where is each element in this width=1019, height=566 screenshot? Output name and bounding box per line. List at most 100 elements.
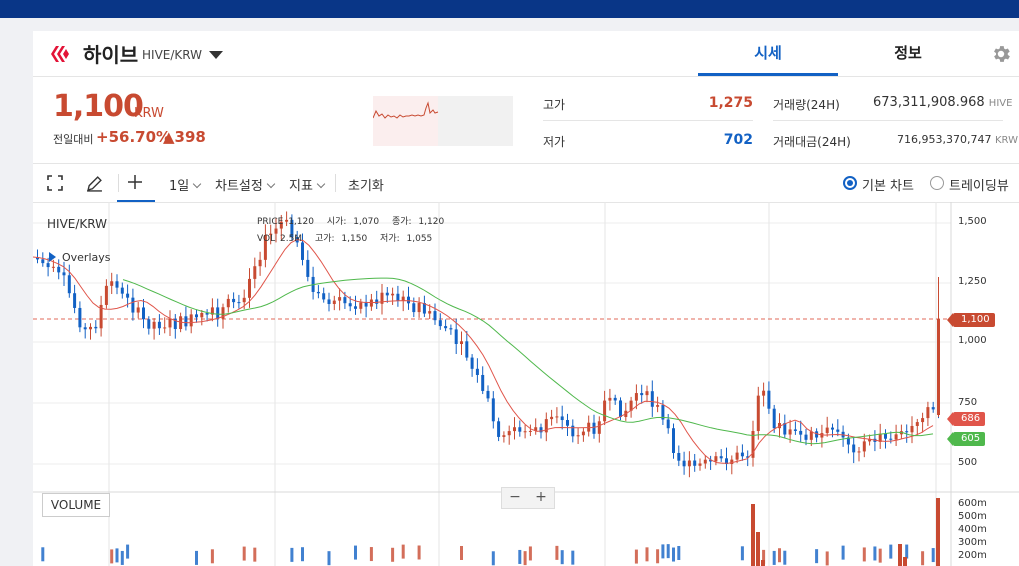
candle-body — [385, 292, 389, 296]
chart-settings-menu[interactable]: 차트설정 — [215, 175, 276, 194]
candle-body — [915, 422, 919, 426]
candle-body — [905, 431, 909, 433]
candle-body — [428, 311, 432, 314]
current-price-tag: 1,100 — [947, 313, 995, 327]
candle-body — [375, 299, 379, 304]
crosshair-tool[interactable] — [117, 164, 155, 202]
volume-bar — [560, 550, 564, 565]
crosshair-icon — [128, 175, 142, 189]
candle-body — [449, 328, 453, 330]
basic-chart-label[interactable]: 기본 차트 — [862, 175, 914, 194]
pencil-icon[interactable] — [86, 175, 103, 192]
candle-body — [735, 452, 739, 460]
overlays-toggle-icon[interactable] — [49, 252, 56, 262]
volume-bar — [354, 545, 357, 560]
candle-body — [354, 306, 357, 309]
candle-body — [460, 341, 463, 345]
volume-bar — [889, 544, 893, 559]
zoom-in-button[interactable]: + — [528, 488, 554, 508]
candle-body — [560, 416, 564, 421]
tab-price[interactable]: 시세 — [698, 31, 838, 76]
volume-bar — [841, 545, 845, 560]
candle-body — [528, 430, 532, 432]
tradingview-label[interactable]: 트레이딩뷰 — [949, 175, 1009, 194]
candle-body — [200, 312, 204, 318]
candle-body — [645, 391, 649, 396]
candle-body — [486, 390, 490, 399]
zoom-out-button[interactable]: − — [502, 488, 528, 508]
high-value: 1,275 — [708, 95, 753, 111]
volume-bar — [491, 551, 495, 566]
volume-bar — [115, 548, 119, 563]
candle-body — [640, 393, 644, 396]
stat-divider — [773, 120, 1003, 121]
ma-short-tag: 686 — [946, 412, 986, 426]
volume-bar — [391, 547, 395, 562]
price-axis-tick: 1,500 — [958, 216, 987, 227]
volume-bar — [290, 547, 294, 562]
candle-body — [237, 302, 241, 304]
candle-body — [338, 297, 342, 301]
volume-bar — [778, 548, 781, 563]
candle-body — [136, 307, 140, 313]
volume-bar — [301, 547, 304, 562]
volume-panel-button[interactable]: VOLUME — [42, 493, 110, 517]
chevron-down-icon[interactable] — [209, 51, 223, 59]
stat-divider — [543, 120, 753, 121]
chart-toolbar: 1일 차트설정 지표 초기화 기본 차트 트레이딩뷰 — [33, 163, 1019, 203]
volume-bar — [903, 557, 907, 566]
volume-bar — [873, 546, 877, 561]
candle-body — [698, 463, 702, 466]
low-value: 702 — [723, 132, 753, 148]
volume-bar — [417, 545, 421, 560]
high-label: 고가 — [543, 98, 566, 112]
volume-axis-tick: 600m — [958, 498, 987, 509]
candle-body — [168, 318, 172, 328]
chart-canvas[interactable] — [33, 202, 1019, 566]
price-axis-tick: 1,000 — [958, 335, 987, 346]
indicators-menu[interactable]: 지표 — [289, 175, 326, 194]
price-axis-tick: 1,250 — [958, 276, 987, 287]
candle-body — [242, 297, 246, 303]
candle-body — [195, 314, 198, 318]
top-nav-bar — [0, 0, 1019, 18]
volume-bar — [528, 546, 532, 561]
market-panel: 하이브 HIVE/KRW 시세 정보 1,100 KRW 전일대비 +56.70… — [33, 31, 1019, 566]
candlestick-chart[interactable]: HIVE/KRW Overlays PRICE 1,120 시가: 1,070 … — [33, 202, 1019, 566]
volume-bar — [210, 549, 214, 564]
current-price: 1,100 — [53, 89, 144, 124]
reset-button[interactable]: 초기화 — [348, 175, 384, 194]
candle-body — [470, 357, 474, 369]
fullscreen-icon[interactable] — [47, 175, 63, 191]
candle-body — [650, 391, 654, 407]
candle-body — [836, 429, 840, 432]
candle-body — [894, 434, 898, 440]
volume-bar — [327, 551, 331, 566]
candle-body — [714, 456, 718, 462]
tab-info[interactable]: 정보 — [838, 31, 978, 76]
gear-icon[interactable] — [990, 43, 1012, 65]
candle-body — [110, 281, 114, 286]
zoom-control: − + — [501, 487, 555, 509]
basic-chart-radio[interactable] — [843, 176, 857, 190]
chart-symbol: HIVE/KRW — [47, 217, 107, 231]
candle-body — [391, 293, 395, 296]
ohlc-legend-row2: VOL 2.5M 고가: 1,150 저가: 1,055 — [257, 234, 433, 244]
candle-body — [62, 272, 66, 276]
overlays-label[interactable]: Overlays — [62, 251, 111, 264]
candle-body — [147, 319, 151, 329]
candle-body — [608, 397, 612, 401]
candle-body — [248, 278, 251, 298]
volume-bar — [555, 545, 559, 560]
candle-body — [804, 434, 808, 440]
change-label: 전일대비 — [53, 133, 94, 146]
candle-body — [921, 418, 925, 423]
candle-body — [857, 451, 861, 453]
coin-name: 하이브 — [83, 43, 139, 67]
interval-select[interactable]: 1일 — [169, 175, 202, 194]
candle-body — [693, 460, 697, 466]
volume-24h-label: 거래량(24H) — [773, 98, 840, 112]
tradingview-radio[interactable] — [930, 176, 944, 190]
candle-body — [332, 300, 336, 305]
candle-body — [730, 459, 734, 465]
